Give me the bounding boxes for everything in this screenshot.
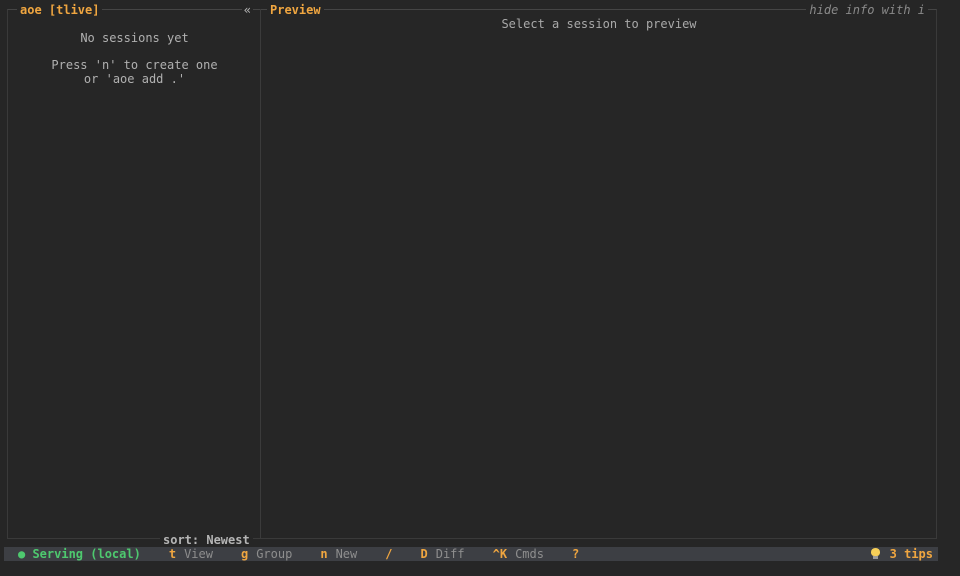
shortcut-key: / [385,547,393,561]
shortcut-key: D [420,547,428,561]
terminal-screen: aoe [tlive] « No sessions yet Press 'n' … [0,0,960,576]
empty-state-hint-line1: Press 'n' to create one [51,58,218,72]
sessions-panel-title: aoe [tlive] [17,1,103,19]
shortcut-key: g [240,547,249,561]
status-bar: ● Serving (local) t View g Group n New /… [4,547,938,561]
shortcut-view[interactable]: t View [169,547,213,561]
shortcut-key: n [320,547,328,561]
empty-state-hint-line2: or 'aoe add .' [83,72,186,86]
shortcut-diff[interactable]: D Diff [420,547,464,561]
shortcut-label: New [335,547,358,561]
shortcut-label: Group [256,547,293,561]
shortcut-key: t [168,547,177,561]
tips-button[interactable]: 3 tips [870,547,933,561]
shortcut-search[interactable]: / [385,547,392,561]
preview-placeholder: Select a session to preview [501,17,697,31]
collapse-icon[interactable]: « [241,1,253,19]
serving-status: ● Serving (local) [18,547,141,561]
shortcut-label: View [184,547,213,561]
lightbulb-icon [870,548,880,560]
shortcut-cmds[interactable]: ^K Cmds [493,547,544,561]
shortcut-key: ? [571,547,580,561]
shortcut-group[interactable]: g Group [241,547,292,561]
sort-indicator[interactable]: sort: Newest [160,533,253,547]
preview-panel: Preview hide info with i Select a sessio… [261,1,937,539]
sessions-panel: aoe [tlive] « No sessions yet Press 'n' … [7,1,260,539]
shortcut-key: ^K [492,547,508,561]
tips-label: 3 tips [889,547,933,561]
shortcut-label: Diff [435,547,465,561]
shortcut-label: Cmds [515,547,544,561]
shortcut-help[interactable]: ? [572,547,579,561]
empty-state-heading: No sessions yet [80,31,189,45]
shortcut-new[interactable]: n New [320,547,357,561]
